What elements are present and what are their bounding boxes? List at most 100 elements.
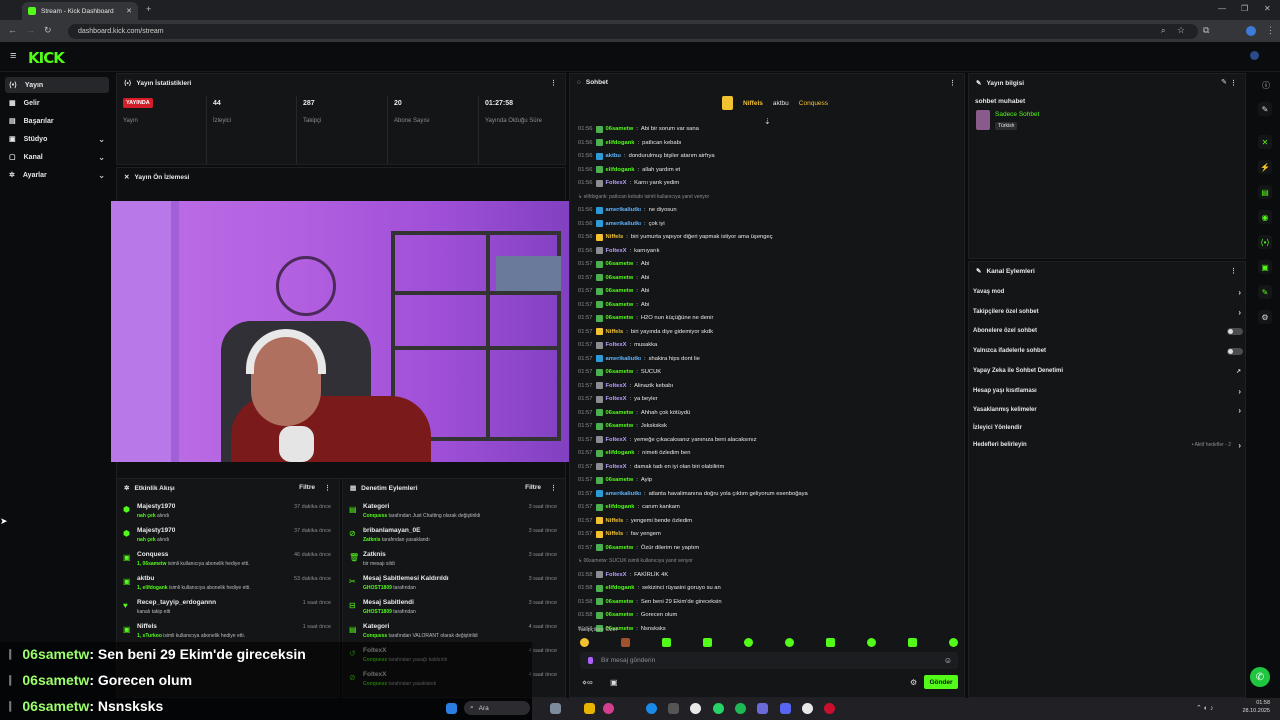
gifter-name[interactable]: Niffels bbox=[743, 100, 763, 107]
chat-username[interactable]: elifdogank bbox=[606, 167, 635, 173]
bookmark-star-icon[interactable]: ☆ bbox=[1177, 25, 1185, 36]
more-options-icon[interactable]: ⋮ bbox=[324, 484, 331, 492]
back-icon[interactable]: ← bbox=[8, 25, 17, 35]
hamburger-menu-icon[interactable]: ≡ bbox=[10, 50, 16, 62]
chat-input[interactable]: Bir mesaj gönderin ☺ bbox=[580, 652, 958, 669]
browser-tab[interactable]: Stream - Kick Dashboard ✕ bbox=[22, 2, 138, 20]
rail-wrench-icon[interactable]: ✎ bbox=[1258, 285, 1272, 299]
feed-row[interactable]: ▣ Conquess 1, 06sametw isimli kullanıcıya … bbox=[117, 549, 337, 573]
chat-message[interactable]: 01:57 elifdogank: canım kankam bbox=[578, 501, 680, 513]
kick-logo[interactable]: KICK bbox=[28, 49, 65, 67]
emoji-picker-icon[interactable]: ☺ bbox=[944, 656, 952, 665]
profile-avatar[interactable] bbox=[1246, 26, 1256, 36]
toggle-switch[interactable] bbox=[1227, 327, 1243, 335]
emote-icon[interactable] bbox=[580, 638, 589, 647]
chat-message[interactable]: 01:57 FoltexX: ya beyler bbox=[578, 393, 658, 405]
channel-action-row[interactable]: Abonelere özel sohbet bbox=[973, 323, 1245, 339]
more-options-icon[interactable]: ⋮ bbox=[550, 79, 557, 87]
chat-username[interactable]: Niffels bbox=[606, 329, 624, 335]
chat-message[interactable]: 01:57 06sametw: H2O nun küçüğüne ne denir bbox=[578, 312, 713, 324]
channel-action-row[interactable]: Yalnızca ifadelerle sohbet bbox=[973, 343, 1245, 359]
sidebar-item-kanal[interactable]: ▢ Kanal ⌄ bbox=[5, 149, 109, 165]
chat-message[interactable]: ↳ elifdogank: patlıcan kebabı isimli kul… bbox=[578, 191, 709, 203]
chat-username[interactable]: 06sametw bbox=[606, 612, 634, 618]
app-icon[interactable] bbox=[757, 703, 768, 714]
chat-message[interactable]: 01:57 06sametw: Ayip bbox=[578, 474, 652, 486]
chat-username[interactable]: FoltexX bbox=[606, 572, 627, 578]
chat-message[interactable]: 01:57 elifdogank: nimeti özledim ben bbox=[578, 447, 690, 459]
feed-row[interactable]: ✂ Mesaj Sabitlemesi Kaldırıldı GHOST1809 t… bbox=[343, 573, 563, 597]
discord-icon[interactable] bbox=[780, 703, 791, 714]
browser-menu-icon[interactable]: ⋮ bbox=[1266, 25, 1275, 36]
support-chat-icon[interactable]: ✆ bbox=[1250, 667, 1270, 687]
emote-icon[interactable] bbox=[785, 638, 794, 647]
filter-button[interactable]: Filtre bbox=[299, 484, 315, 491]
chat-message[interactable]: 01:57 amerikaliutkı: atlanta havalimanına … bbox=[578, 488, 808, 500]
chat-username[interactable]: 06sametw bbox=[606, 315, 634, 321]
chat-message[interactable]: 01:56 FoltexX: Karnı yarık yedim bbox=[578, 177, 679, 189]
zoom-icon[interactable]: ⌕ bbox=[1161, 26, 1165, 36]
more-options-icon[interactable]: ⋮ bbox=[1230, 79, 1237, 87]
chat-message[interactable]: 01:57 Niffels: fav yengem bbox=[578, 528, 661, 540]
chat-message[interactable]: 01:56 FoltexX: karnıyarık bbox=[578, 245, 660, 257]
channel-action-row[interactable]: Yapay Zeka ile Sohbet Denetimi ↗ bbox=[973, 363, 1245, 379]
channel-action-row[interactable]: Yavaş mod › bbox=[973, 284, 1245, 300]
sidebar-item-yayin[interactable]: ⟨•⟩ Yayın bbox=[5, 77, 109, 93]
forward-icon[interactable]: → bbox=[26, 25, 35, 35]
file-explorer-icon[interactable] bbox=[584, 703, 595, 714]
app-icon[interactable] bbox=[603, 703, 614, 714]
chat-username[interactable]: 06sametw bbox=[606, 288, 634, 294]
chat-message[interactable]: 01:56 aktbu: dondurulmuş bişiler atarım ai… bbox=[578, 150, 715, 162]
chat-message[interactable]: 01:56 Niffels: biri yumurta yapıyor diğeri… bbox=[578, 231, 773, 243]
chat-message[interactable]: 01:58 06sametw: Gorecen olum bbox=[578, 609, 677, 621]
sidebar-item-ayarlar[interactable]: ✲ Ayarlar ⌄ bbox=[5, 167, 109, 183]
chat-username[interactable]: 06sametw bbox=[606, 410, 634, 416]
feed-row[interactable]: ⊟ Mesaj Sabitlendi GHOST1809 tarafından 3 s… bbox=[343, 597, 563, 621]
chat-message[interactable]: 01:57 amerikaliutkı: shakira hips dont lie bbox=[578, 353, 700, 365]
feed-row[interactable]: ▣ aktbu 1, elifdogank isimli kullanıcıya a… bbox=[117, 573, 337, 597]
chat-message[interactable]: 01:57 Niffels: yengemi bende özledim bbox=[578, 515, 692, 527]
chat-username[interactable]: FoltexX bbox=[606, 437, 627, 443]
chat-message[interactable]: 01:57 FoltexX: yemeğe çıkacaksanız yanınız… bbox=[578, 434, 757, 446]
chat-username[interactable]: Niffels bbox=[606, 234, 624, 240]
chat-message[interactable]: 01:57 FoltexX: Alinazik kebabı bbox=[578, 380, 673, 392]
chat-tools-icon[interactable]: ▣ bbox=[610, 678, 618, 687]
chat-username[interactable]: FoltexX bbox=[606, 464, 627, 470]
feed-row[interactable]: ▤ Kategori Conquess tarafından Just Chatti… bbox=[343, 501, 563, 525]
extensions-icon[interactable]: ⧉ bbox=[1203, 25, 1209, 36]
sidebar-item-studyo[interactable]: ▣ Stüdyo ⌄ bbox=[5, 131, 109, 147]
chat-message[interactable]: 01:57 06sametw: Ahhah çok kötüydü bbox=[578, 407, 690, 419]
channel-action-row[interactable]: Yasaklanmış kelimeler › bbox=[973, 402, 1245, 418]
edge-icon[interactable] bbox=[646, 703, 657, 714]
emote-icon[interactable] bbox=[949, 638, 958, 647]
feed-row[interactable]: ♥ Recep_tayyip_erdogannn kanalı takip etti… bbox=[117, 597, 337, 621]
new-tab-icon[interactable]: + bbox=[146, 4, 151, 14]
chat-message[interactable]: 01:58 elifdogank: sekizinci rüyasini goruy… bbox=[578, 582, 721, 594]
chat-message[interactable]: 01:57 06sametw: Özür dilerim ne yaptım bbox=[578, 542, 699, 554]
info-icon[interactable]: ⓘ bbox=[1262, 80, 1270, 91]
channel-action-row[interactable]: Hedefleri belirleyin • Aktif hedefler - 2… bbox=[973, 437, 1245, 453]
category-link[interactable]: Sadece Sohbet bbox=[995, 111, 1039, 118]
filter-button[interactable]: Filtre bbox=[525, 484, 541, 491]
chat-username[interactable]: amerikaliutkı bbox=[606, 491, 641, 497]
more-options-icon[interactable]: ⋮ bbox=[550, 484, 557, 492]
app-icon[interactable] bbox=[824, 703, 835, 714]
emote-icon[interactable] bbox=[703, 638, 712, 647]
gifter-name[interactable]: aktbu bbox=[773, 100, 789, 107]
emote-icon[interactable] bbox=[826, 638, 835, 647]
maximize-icon[interactable]: ❐ bbox=[1241, 4, 1248, 13]
chat-username[interactable]: amerikaliutkı bbox=[606, 356, 641, 362]
feed-row[interactable]: ⊘ bribanlamayan_0E Zatknis tarafından yasa… bbox=[343, 525, 563, 549]
emote-icon[interactable] bbox=[744, 638, 753, 647]
more-options-icon[interactable]: ⋮ bbox=[1230, 267, 1237, 275]
chat-message[interactable]: 01:56 elifdogank: allah yardım et bbox=[578, 164, 680, 176]
stream-preview-video[interactable] bbox=[111, 201, 574, 462]
chrome-icon[interactable] bbox=[690, 703, 701, 714]
chat-username[interactable]: FoltexX bbox=[606, 396, 627, 402]
feed-row[interactable]: ⬢ Majesty1970 nah çek alındı 37 dakika önce bbox=[117, 525, 337, 549]
taskbar-search[interactable]: ⌕ Ara bbox=[464, 701, 530, 715]
chat-message[interactable]: 01:57 06sametw: SUCUK bbox=[578, 366, 661, 378]
chat-message[interactable]: ↳ 06sametw: SUCUK isimli kullanıcıya yan… bbox=[578, 555, 693, 567]
emote-icon[interactable] bbox=[867, 638, 876, 647]
scroll-down-icon[interactable]: ⇣ bbox=[764, 117, 771, 126]
